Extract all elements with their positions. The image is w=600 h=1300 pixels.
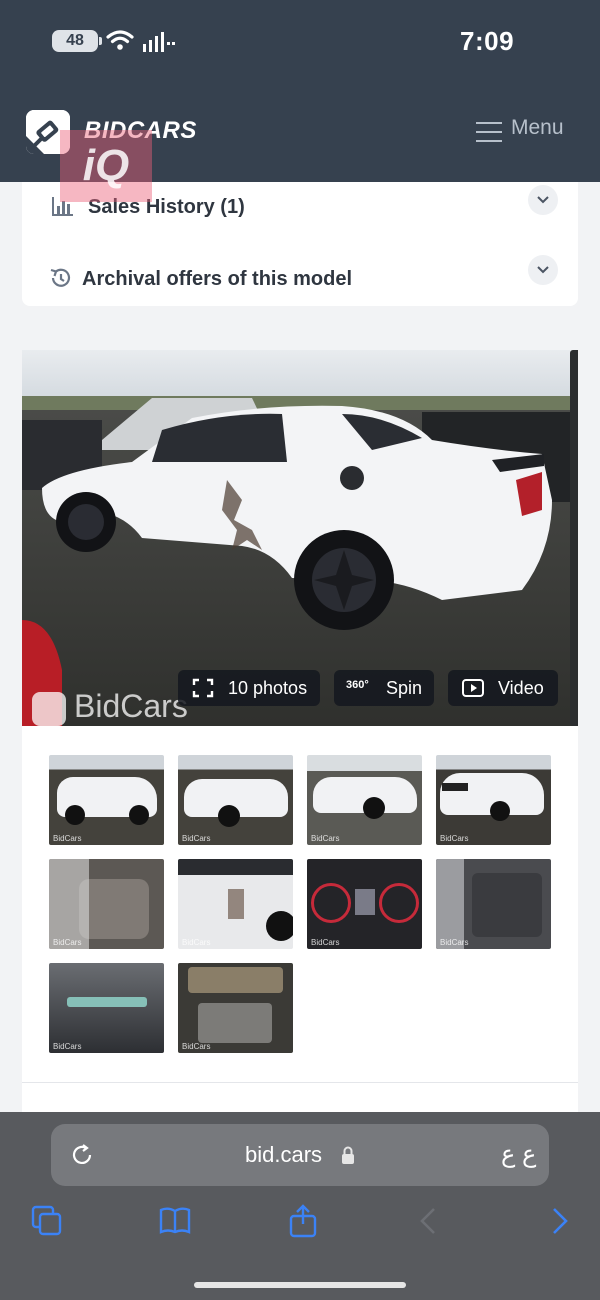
thumbnail-3[interactable]: BidCars [307, 755, 422, 845]
thumbnail-9[interactable]: BidCars [49, 963, 164, 1053]
chevron-down-icon[interactable] [528, 255, 558, 285]
main-vehicle-photo[interactable]: BidCars 10 photos 360° Spin Video [22, 350, 578, 726]
url-text: bid.cars [245, 1142, 323, 1167]
thumbnail-2[interactable]: BidCars [178, 755, 293, 845]
cellular-signal-icon [143, 32, 175, 52]
thumbnail-7[interactable]: BidCars [307, 859, 422, 949]
expand-icon [192, 678, 214, 698]
forward-icon[interactable] [542, 1204, 576, 1238]
thumbnail-5[interactable]: BidCars [49, 859, 164, 949]
thumbnail-1[interactable]: BidCars [49, 755, 164, 845]
photos-label: 10 photos [228, 678, 308, 698]
back-icon[interactable] [412, 1204, 446, 1238]
spin-button[interactable]: 360° Spin [334, 670, 434, 706]
video-label: Video [498, 678, 544, 698]
spin-label: Spin [386, 678, 423, 698]
bookmarks-icon[interactable] [158, 1204, 192, 1238]
browser-toolbar: bid.cars ع ع [0, 1112, 600, 1300]
thumbnail-10[interactable]: BidCars [178, 963, 293, 1053]
reload-icon[interactable] [69, 1142, 95, 1168]
menu-button[interactable]: Menu [476, 116, 576, 146]
battery-indicator: 48 [52, 30, 102, 52]
archival-offers-label: Archival offers of this model [82, 268, 353, 290]
text-size-button[interactable]: ع ع [501, 1140, 536, 1169]
lock-icon [342, 1146, 354, 1164]
spin-360-icon: 360° [346, 679, 369, 691]
history-icon [50, 268, 71, 287]
thumbnail-4[interactable]: BidCars [436, 755, 551, 845]
status-bar: 48 7:09 [0, 24, 600, 60]
accordion-archival-offers[interactable]: Archival offers of this model [22, 254, 578, 304]
address-bar[interactable]: bid.cars ع ع [51, 1124, 549, 1186]
status-time: 7:09 [460, 26, 515, 56]
bidcars-photo-watermark: BidCars [32, 688, 188, 726]
share-icon[interactable] [286, 1204, 320, 1238]
next-photo-peek[interactable] [570, 350, 578, 726]
card-divider [22, 1082, 578, 1083]
hamburger-icon [476, 122, 502, 142]
iq-watermark: iQ [60, 130, 152, 202]
chevron-down-icon[interactable] [528, 185, 558, 215]
wifi-icon [106, 30, 134, 50]
bidcars-mark-icon [32, 691, 66, 726]
video-button[interactable]: Video [448, 670, 558, 706]
video-play-icon [462, 679, 484, 697]
menu-label: Menu [511, 116, 564, 139]
gallery-card: BidCars 10 photos 360° Spin Video BidCar… [22, 350, 578, 1112]
thumbnail-6[interactable]: BidCars [178, 859, 293, 949]
thumbnail-8[interactable]: BidCars [436, 859, 551, 949]
tabs-icon[interactable] [30, 1204, 64, 1238]
photos-button[interactable]: 10 photos [178, 670, 320, 706]
home-indicator [194, 1282, 406, 1288]
